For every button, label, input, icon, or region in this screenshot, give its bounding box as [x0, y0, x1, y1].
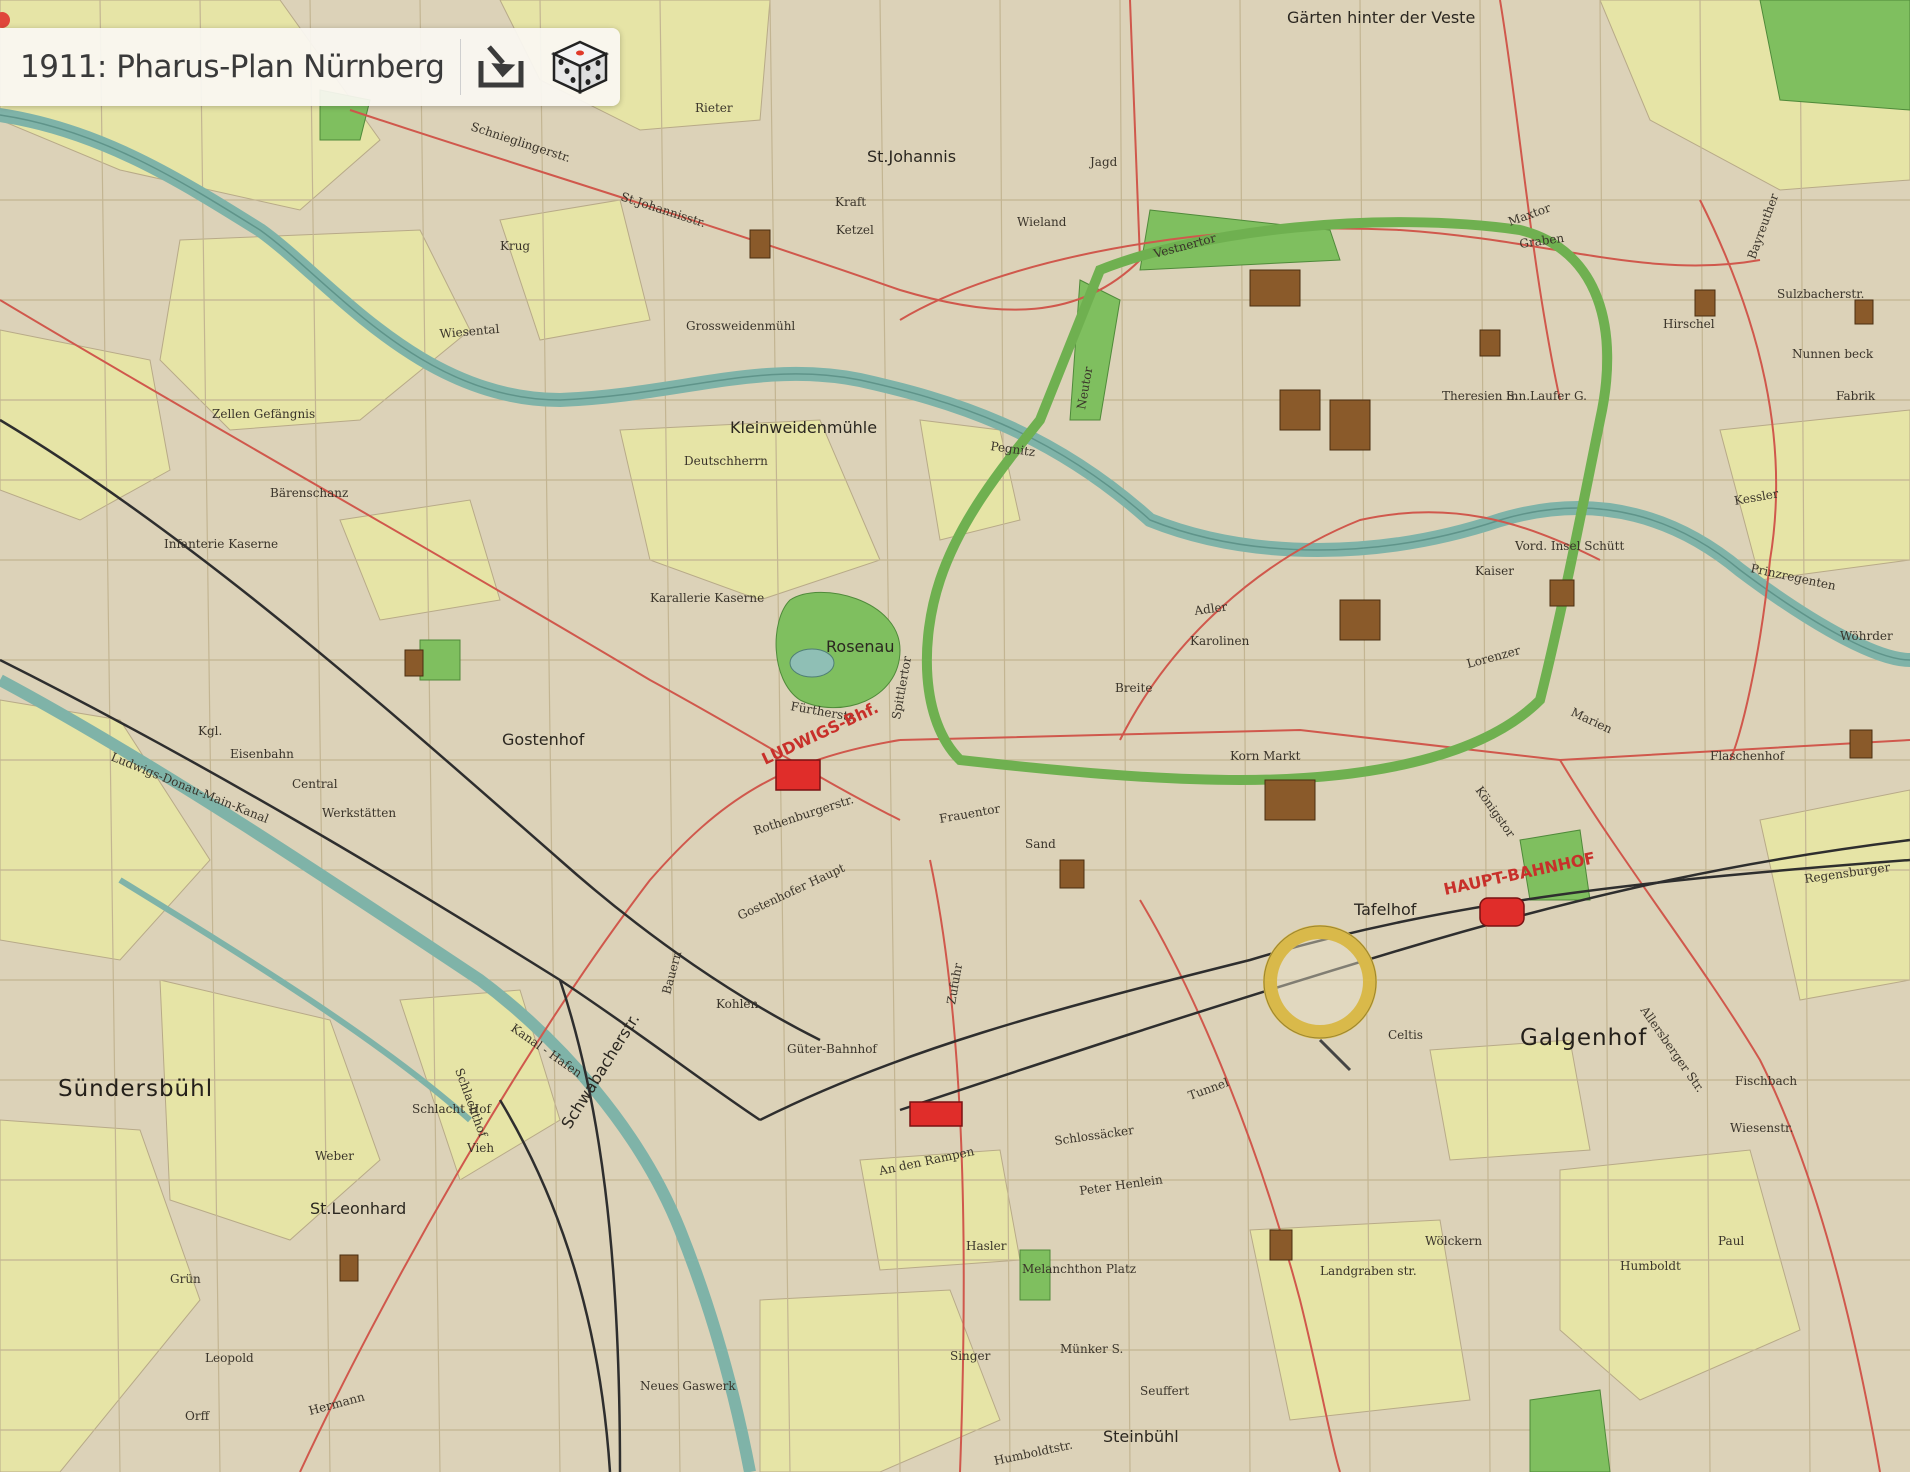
label-central: Central	[292, 777, 338, 791]
label-grossweidenmuehl: Grossweidenmühl	[686, 319, 795, 333]
map-title: 1911: Pharus-Plan Nürnberg	[20, 49, 445, 85]
label-korn-markt: Korn Markt	[1230, 749, 1301, 763]
label-kraft: Kraft	[835, 195, 866, 209]
label-rieter: Rieter	[695, 101, 733, 115]
label-district-steinbuehl: Steinbühl	[1103, 1427, 1179, 1446]
download-button[interactable]	[461, 28, 540, 106]
label-weber: Weber	[315, 1149, 354, 1163]
label-paul: Paul	[1718, 1234, 1744, 1248]
label-breite: Breite	[1115, 681, 1152, 695]
label-infanterie-kaserne: Infanterie Kaserne	[164, 537, 278, 551]
label-sand: Sand	[1025, 837, 1056, 851]
label-inn-laufer: Inn.Laufer G.	[1506, 389, 1587, 403]
haupt-bahnhof	[1479, 897, 1525, 927]
label-kaiser: Kaiser	[1475, 564, 1514, 578]
label-krug: Krug	[500, 239, 530, 253]
map-title-panel: 1911: Pharus-Plan Nürnberg	[0, 28, 620, 106]
label-seuffert: Seuffert	[1140, 1384, 1189, 1398]
label-eisenbahn: Eisenbahn	[230, 747, 294, 761]
label-ketzel: Ketzel	[836, 223, 874, 237]
label-vieh: Vieh	[466, 1141, 494, 1155]
label-gueter-bahnhof: Güter-Bahnhof	[787, 1042, 878, 1056]
label-rosenau: Rosenau	[826, 637, 894, 656]
label-kohlen: Kohlen	[716, 997, 759, 1011]
ludwigs-bahnhof	[775, 759, 821, 791]
label-hirschel: Hirschel	[1663, 317, 1715, 331]
label-zellen-gefaengnis: Zellen Gefängnis	[212, 407, 315, 421]
label-district-st-johannis: St.Johannis	[867, 147, 956, 166]
dice-icon	[551, 40, 610, 94]
label-wieland: Wieland	[1017, 215, 1067, 229]
label-sulzbacherstr: Sulzbacherstr.	[1777, 287, 1864, 301]
label-vord-insel-schuett: Vord. Insel Schütt	[1514, 539, 1624, 553]
label-deutschherrn: Deutschherrn	[684, 454, 768, 468]
label-nunnenbeck: Nunnen beck	[1792, 347, 1874, 361]
download-icon	[478, 45, 524, 88]
label-woelckern: Wölckern	[1425, 1234, 1482, 1248]
label-orff: Orff	[185, 1409, 211, 1423]
label-woehrder: Wöhrder	[1840, 629, 1893, 643]
label-gaerten-hinter-der-veste: Gärten hinter der Veste	[1287, 8, 1475, 27]
label-flaschenhof: Flaschenhof	[1710, 749, 1786, 763]
map-viewport[interactable]: St.Johannis Gostenhof Sündersbühl St.Leo…	[0, 0, 1910, 1472]
map-canvas[interactable]: St.Johannis Gostenhof Sündersbühl St.Leo…	[0, 0, 1910, 1472]
label-werkstaetten: Werkstätten	[322, 806, 396, 820]
label-district-gostenhof: Gostenhof	[502, 730, 585, 749]
label-fabrik: Fabrik	[1836, 389, 1876, 403]
label-district-tafelhof: Tafelhof	[1353, 900, 1417, 919]
label-fischbach: Fischbach	[1735, 1074, 1797, 1088]
label-humboldt: Humboldt	[1620, 1259, 1681, 1273]
label-wiesenstr: Wiesenstr.	[1730, 1121, 1793, 1135]
label-district-st-leonhard: St.Leonhard	[310, 1199, 406, 1218]
label-singer: Singer	[950, 1349, 991, 1363]
label-munker: Münker S.	[1060, 1342, 1123, 1356]
label-melanchthon: Melanchthon Platz	[1022, 1262, 1136, 1276]
label-celtis: Celtis	[1388, 1028, 1423, 1042]
label-leopold: Leopold	[205, 1351, 254, 1365]
label-district-galgenhof: Galgenhof	[1520, 1025, 1647, 1051]
label-schlacht-hof: Schlacht Hof	[412, 1102, 492, 1116]
label-neues-gaswerk: Neues Gaswerk	[640, 1379, 736, 1393]
label-jagd: Jagd	[1088, 155, 1118, 169]
label-gruen: Grün	[170, 1272, 201, 1286]
gueter-bahnhof	[909, 1101, 963, 1127]
label-district-suendersbuehl: Sündersbühl	[58, 1076, 213, 1102]
label-karolinen: Karolinen	[1190, 634, 1250, 648]
random-map-button[interactable]	[541, 28, 620, 106]
label-kgl: Kgl.	[198, 724, 222, 738]
label-landgraben: Landgraben str.	[1320, 1264, 1417, 1278]
label-kavallerie-kaserne: Karallerie Kaserne	[650, 591, 764, 605]
label-kleinweidenmuehle: Kleinweidenmühle	[730, 418, 877, 437]
label-hasler: Hasler	[966, 1239, 1007, 1253]
label-baerenschanz: Bärenschanz	[270, 486, 348, 500]
